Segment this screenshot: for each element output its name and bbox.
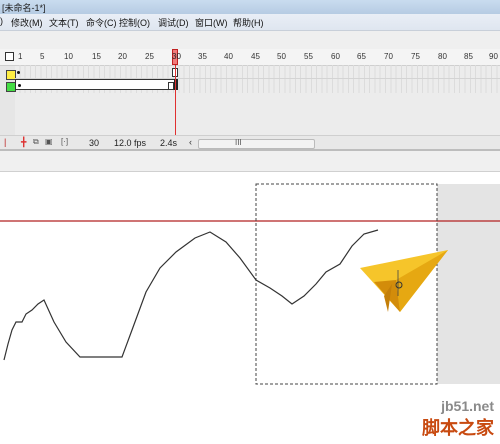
ruler-label: 70 [384, 52, 393, 61]
watermark-name: 脚本之家 [422, 418, 494, 438]
menu-help[interactable]: 帮助(H) [233, 16, 264, 29]
menu-window[interactable]: 窗口(W) [195, 16, 228, 29]
ruler-label: 40 [224, 52, 233, 61]
ruler-label: 10 [64, 52, 73, 61]
ruler-label: 60 [331, 52, 340, 61]
ruler-label: 50 [277, 52, 286, 61]
playhead-line [175, 65, 176, 135]
motion-path-line[interactable] [3, 229, 379, 361]
ruler-label: 35 [198, 52, 207, 61]
elapsed-time: 2.4s [160, 138, 178, 148]
timeline-scrollbar[interactable]: III [198, 138, 315, 149]
ruler-label: 20 [118, 52, 127, 61]
scroll-left-icon[interactable]: ‹ [189, 137, 192, 147]
menu-overflow-paren: ) [0, 16, 3, 26]
timeline-panel: 1 5 10 15 20 25 30 35 40 45 50 55 60 65 … [0, 49, 500, 150]
edit-multiple-frames-icon[interactable]: ▣ [45, 137, 53, 146]
frame-rate[interactable]: 12.0 fps [114, 138, 146, 148]
title-bar: [未命名-1*] [0, 0, 500, 14]
layer-row-2-selected[interactable] [15, 79, 176, 90]
ruler-label: 55 [304, 52, 313, 61]
keyframe-dot-icon[interactable] [17, 71, 20, 74]
edit-bar [0, 151, 500, 172]
center-frame-icon[interactable]: | [4, 137, 6, 147]
onion-markers-icon[interactable]: [·] [61, 137, 68, 146]
menu-bar: ) 修改(M) 文本(T) 命令(C) 控制(O) 调试(D) 窗口(W) 帮助… [0, 14, 500, 31]
ruler-label: 1 [18, 52, 23, 61]
ruler-label: 80 [438, 52, 447, 61]
paper-plane-icon[interactable] [360, 250, 448, 312]
current-frame: 30 [89, 138, 100, 148]
ruler-label: 15 [92, 52, 101, 61]
menu-commands[interactable]: 命令(C) [86, 16, 117, 29]
watermark-url: jb51.net [441, 398, 494, 414]
stage[interactable]: jb51.net 脚本之家 [0, 172, 500, 444]
keyframe-dot-icon[interactable] [18, 84, 21, 87]
onion-skin-icon[interactable]: ╋ [21, 137, 26, 148]
frame-ruler[interactable]: 1 5 10 15 20 25 30 35 40 45 50 55 60 65 … [0, 49, 500, 66]
ruler-label: 65 [357, 52, 366, 61]
scroll-grip[interactable]: III [235, 138, 242, 147]
ruler-label: 90 [489, 52, 498, 61]
menu-modify[interactable]: 修改(M) [11, 16, 43, 29]
ruler-label: 85 [464, 52, 473, 61]
watermark: jb51.net 脚本之家 [422, 398, 494, 440]
window-title: [未命名-1*] [2, 3, 46, 13]
ruler-label: 75 [411, 52, 420, 61]
ruler-label: 5 [40, 52, 45, 61]
onion-outline-icon[interactable]: ⧉ [33, 137, 39, 147]
menu-debug[interactable]: 调试(D) [158, 16, 189, 29]
outline-toggle-icon[interactable] [5, 52, 14, 61]
toolbar-gap [0, 31, 500, 49]
layer-row-1[interactable] [15, 66, 500, 79]
timeline-status-bar: | ╋ ⧉ ▣ [·] 30 12.0 fps 2.4s ‹ III [0, 135, 500, 150]
ruler-label: 25 [145, 52, 154, 61]
menu-control[interactable]: 控制(O) [119, 16, 150, 29]
ruler-label: 45 [251, 52, 260, 61]
ruler-label-current: 30 [172, 52, 181, 61]
menu-text[interactable]: 文本(T) [49, 16, 79, 29]
